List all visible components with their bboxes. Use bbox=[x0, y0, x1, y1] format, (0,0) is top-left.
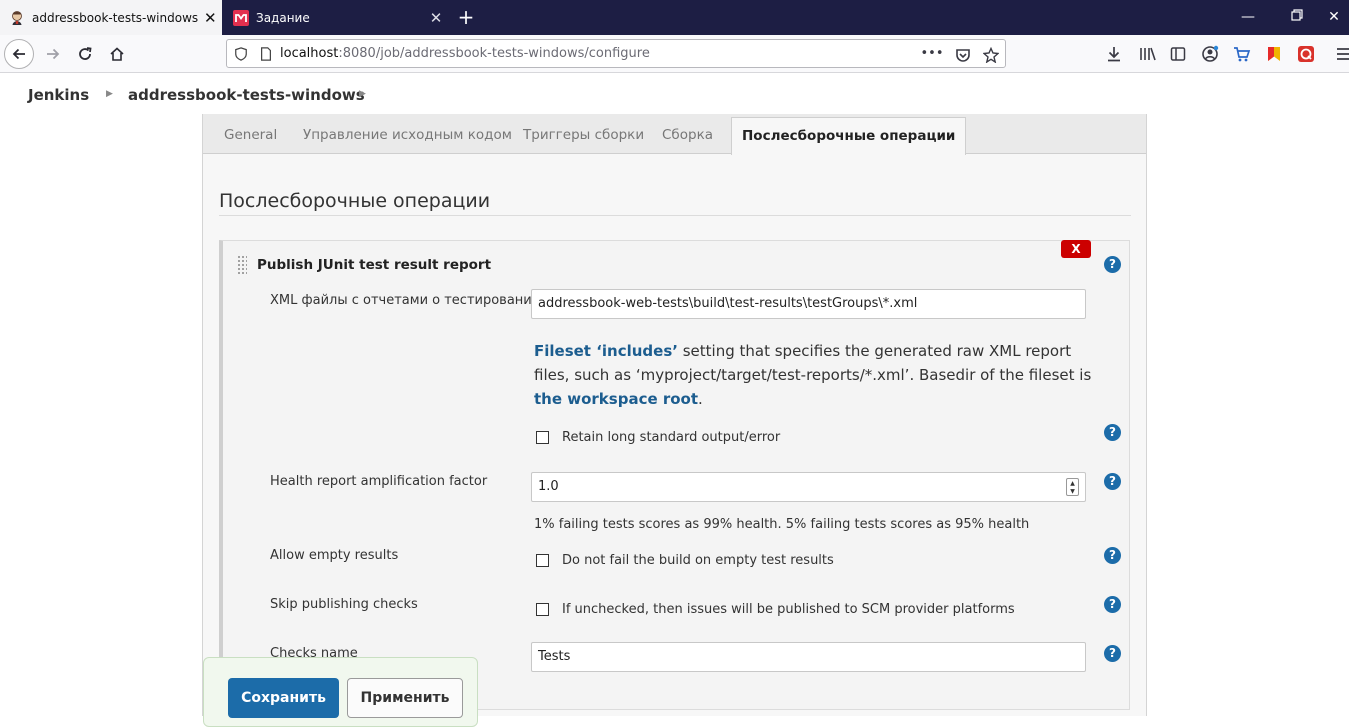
number-spinner-icon[interactable]: ▲ ▼ bbox=[1066, 478, 1079, 496]
breadcrumb: Jenkins ▶ addressbook-tests-windows ▶ bbox=[0, 73, 1349, 115]
config-tab-bar: General Управление исходным кодом Тригге… bbox=[203, 114, 1146, 155]
extension-icon[interactable] bbox=[1295, 43, 1317, 65]
xml-files-label: XML файлы с отчетами о тестировании bbox=[270, 293, 541, 308]
config-panel: General Управление исходным кодом Тригге… bbox=[202, 114, 1147, 716]
allow-empty-label: Allow empty results bbox=[270, 548, 399, 563]
help-icon[interactable]: ? bbox=[1104, 473, 1121, 490]
pocket-icon[interactable] bbox=[954, 46, 972, 64]
jenkins-butler-icon bbox=[12, 10, 22, 25]
close-tab-icon[interactable]: ✕ bbox=[423, 9, 449, 27]
breadcrumb-job[interactable]: addressbook-tests-windows bbox=[128, 86, 365, 104]
health-factor-label: Health report amplification factor bbox=[270, 474, 488, 489]
health-factor-value: 1.0 bbox=[538, 479, 559, 494]
drag-handle-icon[interactable] bbox=[237, 255, 247, 275]
section-title: Послесборочные операции bbox=[219, 190, 491, 212]
shopping-cart-icon[interactable] bbox=[1231, 43, 1253, 65]
retain-output-checkbox[interactable] bbox=[536, 431, 549, 444]
sidebar-icon[interactable] bbox=[1167, 43, 1189, 65]
skip-checks-label: Skip publishing checks bbox=[270, 597, 418, 612]
browser-tab-title: Задание bbox=[256, 10, 310, 25]
health-factor-input[interactable]: 1.0 ▲ ▼ bbox=[531, 472, 1086, 502]
fileset-includes-link[interactable]: Fileset ‘includes’ bbox=[534, 342, 678, 360]
apply-button[interactable]: Применить bbox=[347, 678, 463, 718]
page-info-icon[interactable] bbox=[260, 46, 272, 61]
browser-tab-title: addressbook-tests-windows Co bbox=[32, 10, 199, 25]
back-arrow-icon[interactable] bbox=[4, 39, 34, 69]
allow-empty-checkbox-label: Do not fail the build on empty test resu… bbox=[562, 553, 834, 568]
breadcrumb-separator-icon[interactable]: ▶ bbox=[106, 89, 113, 99]
page-actions-icon[interactable]: ••• bbox=[921, 44, 944, 62]
restore-window-icon[interactable] bbox=[1285, 6, 1309, 28]
breadcrumb-jenkins[interactable]: Jenkins bbox=[28, 86, 89, 104]
browser-toolbar: localhost:8080/job/addressbook-tests-win… bbox=[0, 35, 1349, 73]
browser-tab-jenkins[interactable]: addressbook-tests-windows Co ✕ bbox=[0, 0, 222, 35]
junit-publisher-block: Publish JUnit test result report X ? XML… bbox=[219, 240, 1130, 710]
xml-files-description: Fileset ‘includes’ setting that specifie… bbox=[534, 339, 1094, 411]
m-square-icon bbox=[233, 9, 249, 26]
save-button[interactable]: Сохранить bbox=[228, 678, 339, 718]
browser-tab-strip: addressbook-tests-windows Co ✕ Задание ✕… bbox=[0, 0, 1349, 35]
allow-empty-checkbox[interactable] bbox=[536, 554, 549, 567]
address-bar[interactable]: localhost:8080/job/addressbook-tests-win… bbox=[226, 39, 1006, 68]
url-path: :8080/job/addressbook-tests-windows/conf… bbox=[338, 46, 650, 61]
forward-arrow-icon[interactable] bbox=[38, 39, 68, 69]
retain-output-label: Retain long standard output/error bbox=[562, 430, 781, 445]
section-divider bbox=[219, 215, 1131, 216]
skip-checks-checkbox[interactable] bbox=[536, 603, 549, 616]
publisher-title: Publish JUnit test result report bbox=[257, 257, 492, 273]
workspace-root-link[interactable]: the workspace root bbox=[534, 390, 698, 408]
xml-files-input[interactable]: addressbook-web-tests\build\test-results… bbox=[531, 289, 1086, 319]
library-icon[interactable] bbox=[1137, 43, 1159, 65]
shield-icon[interactable] bbox=[234, 46, 248, 61]
account-icon[interactable] bbox=[1199, 43, 1221, 65]
minimize-window-icon[interactable]: — bbox=[1236, 6, 1260, 28]
skip-checks-checkbox-label: If unchecked, then issues will be publis… bbox=[562, 602, 1015, 617]
browser-tab-zadanie[interactable]: Задание ✕ bbox=[224, 0, 449, 35]
tab-build-triggers[interactable]: Триггеры сборки bbox=[523, 127, 644, 143]
menu-icon[interactable] bbox=[1333, 43, 1349, 65]
reload-icon[interactable] bbox=[70, 39, 100, 69]
bookmark-star-icon[interactable] bbox=[982, 46, 1000, 64]
help-icon[interactable]: ? bbox=[1104, 547, 1121, 564]
delete-publisher-button[interactable]: X bbox=[1061, 240, 1091, 258]
help-icon[interactable]: ? bbox=[1104, 424, 1121, 441]
checks-name-input[interactable]: Tests bbox=[531, 642, 1086, 672]
breadcrumb-separator-icon[interactable]: ▶ bbox=[359, 89, 366, 99]
help-icon[interactable]: ? bbox=[1104, 596, 1121, 613]
downloads-icon[interactable] bbox=[1103, 43, 1125, 65]
tab-general[interactable]: General bbox=[224, 127, 277, 143]
tab-build[interactable]: Сборка bbox=[662, 127, 713, 143]
close-window-icon[interactable]: ✕ bbox=[1322, 6, 1346, 28]
close-tab-icon[interactable]: ✕ bbox=[199, 9, 222, 27]
help-icon[interactable]: ? bbox=[1104, 256, 1121, 273]
health-factor-hint: 1% failing tests scores as 99% health. 5… bbox=[534, 517, 1030, 532]
allow-empty-row: Do not fail the build on empty test resu… bbox=[536, 553, 834, 568]
new-tab-icon[interactable]: + bbox=[453, 4, 479, 30]
bookmark-flag-icon[interactable] bbox=[1263, 43, 1285, 65]
skip-checks-row: If unchecked, then issues will be publis… bbox=[536, 602, 1015, 617]
url-text[interactable]: localhost:8080/job/addressbook-tests-win… bbox=[280, 46, 650, 61]
url-host: localhost bbox=[280, 46, 339, 61]
home-icon[interactable] bbox=[102, 39, 132, 69]
retain-output-row: Retain long standard output/error bbox=[536, 430, 780, 445]
description-end: . bbox=[698, 390, 703, 408]
help-icon[interactable]: ? bbox=[1104, 645, 1121, 662]
tab-post-build-actions[interactable]: Послесборочные операции bbox=[731, 117, 967, 155]
tab-source-code-management[interactable]: Управление исходным кодом bbox=[303, 127, 512, 143]
